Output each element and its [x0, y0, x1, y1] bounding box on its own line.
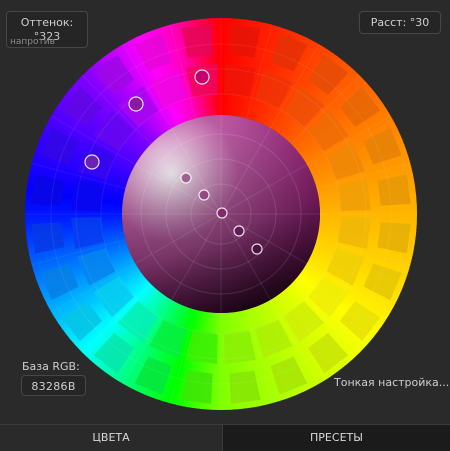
inner-marker-icon[interactable]	[216, 207, 228, 219]
inner-marker-icon[interactable]	[233, 225, 245, 237]
hue-marker-icon[interactable]	[128, 96, 144, 112]
base-rgb-value[interactable]: 83286B	[22, 380, 85, 393]
color-wheel-panel: Оттенок: °323 напротив Расст: °30 База R…	[0, 0, 450, 424]
hue-marker-icon[interactable]	[194, 69, 210, 85]
distance-field[interactable]: Расст: °30	[359, 11, 441, 34]
tab-presets[interactable]: ПРЕСЕТЫ	[222, 425, 450, 451]
tab-bar: ЦВЕТА ПРЕСЕТЫ	[0, 424, 450, 451]
distance-label: Расст: °30	[370, 16, 430, 29]
inner-marker-icon[interactable]	[180, 172, 192, 184]
inner-marker-icon[interactable]	[198, 189, 210, 201]
hue-label: Оттенок:	[20, 16, 74, 29]
hue-marker-icon[interactable]	[84, 154, 100, 170]
inner-marker-icon[interactable]	[251, 243, 263, 255]
base-rgb-input[interactable]: 83286B	[21, 375, 86, 396]
base-rgb-label: База RGB:	[22, 360, 80, 373]
hue-sublabel: напротив	[10, 37, 55, 47]
fine-tune-link[interactable]: Тонкая настройка...	[334, 376, 449, 389]
tab-colors[interactable]: ЦВЕТА	[0, 425, 222, 451]
